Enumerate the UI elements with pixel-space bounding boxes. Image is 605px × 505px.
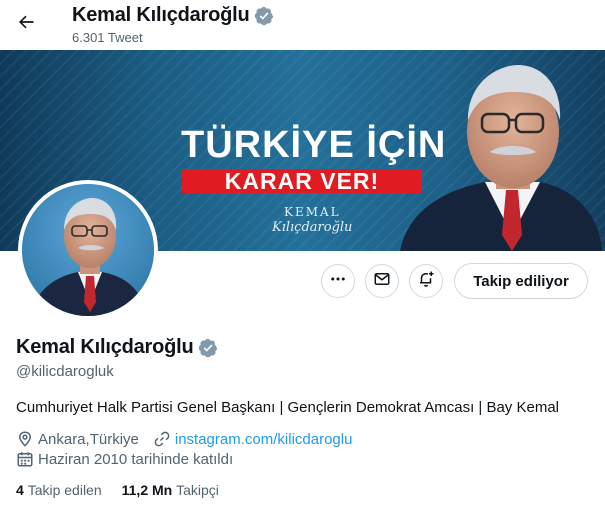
banner-signature-bottom: Kılıçdaroğlu xyxy=(272,220,353,235)
link-icon xyxy=(153,430,171,448)
profile-handle: @kilicdarogluk xyxy=(16,363,114,380)
profile-header: Kemal Kılıçdaroğlu 6.301 Tweet xyxy=(0,0,605,50)
bell-plus-icon xyxy=(417,270,435,293)
profile-avatar[interactable] xyxy=(18,180,158,320)
followers-count: 11,2 Mn xyxy=(121,482,177,498)
verified-badge-icon[interactable] xyxy=(198,338,218,358)
following-label: Takip edilen xyxy=(27,482,102,498)
notifications-button[interactable] xyxy=(409,264,443,298)
more-button[interactable] xyxy=(321,264,355,298)
following-button[interactable]: Takip ediliyor xyxy=(454,263,588,299)
banner-subtitle-box: KARAR VER! xyxy=(182,167,422,194)
profile-meta-row: Ankara,Türkiye instagram.com/kilicdarogl… xyxy=(16,430,352,448)
avatar-image xyxy=(22,184,154,316)
profile-location: Ankara,Türkiye xyxy=(38,430,139,448)
profile-bio: Cumhuriyet Halk Partisi Genel Başkanı | … xyxy=(16,399,559,416)
followers-stat[interactable]: 11,2 Mn Takipçi xyxy=(122,482,219,498)
verified-badge-icon xyxy=(254,6,274,26)
banner-portrait-image xyxy=(400,65,602,251)
location-pin-icon xyxy=(16,430,34,448)
envelope-icon xyxy=(373,270,391,293)
profile-joined-date: Haziran 2010 tarihinde katıldı xyxy=(38,450,234,468)
calendar-icon xyxy=(16,450,34,468)
more-dots-icon xyxy=(329,270,347,293)
profile-name: Kemal Kılıçdaroğlu xyxy=(16,336,194,358)
banner-signature-top: KEMAL xyxy=(284,205,341,219)
message-button[interactable] xyxy=(365,264,399,298)
banner-subtitle: KARAR VER! xyxy=(224,167,380,194)
profile-website-link[interactable]: instagram.com/kilicdaroglu xyxy=(175,431,353,448)
profile-stats: 4 Takip edilen 11,2 Mn Takipçi xyxy=(16,482,219,498)
followers-label: Takipçi xyxy=(176,482,219,498)
header-name: Kemal Kılıçdaroğlu xyxy=(72,4,250,26)
following-stat[interactable]: 4 Takip edilen xyxy=(16,482,102,498)
profile-joined-row: Haziran 2010 tarihinde katıldı xyxy=(16,450,233,468)
tweet-count: 6.301 Tweet xyxy=(72,30,143,45)
back-button[interactable] xyxy=(8,6,44,42)
following-count: 4 xyxy=(16,482,28,498)
arrow-left-icon xyxy=(16,12,36,37)
